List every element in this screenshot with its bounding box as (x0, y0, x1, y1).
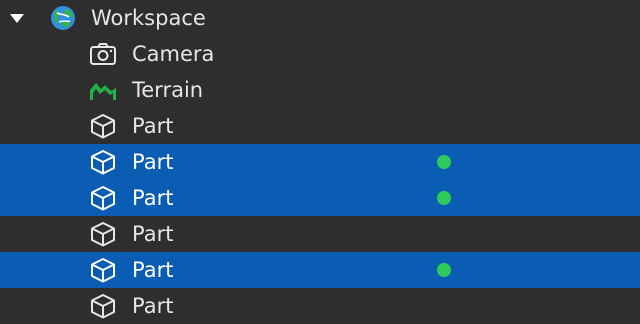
part-cube-icon (91, 294, 115, 319)
tree-row-part[interactable]: Part (0, 180, 640, 216)
tree-row-terrain[interactable]: Terrain (0, 72, 640, 108)
tree-row-label: Terrain (132, 78, 204, 102)
part-cube-icon (91, 258, 115, 283)
expand-arrow-icon[interactable] (9, 12, 25, 24)
explorer-tree: Workspace Camera Terrain Part Part Part … (0, 0, 640, 324)
workspace-globe-icon (51, 6, 75, 30)
tree-row-label: Part (132, 150, 174, 174)
status-dot (437, 155, 451, 169)
tree-row-part[interactable]: Part (0, 288, 640, 324)
tree-row-label: Part (132, 186, 174, 210)
camera-icon (90, 43, 116, 65)
tree-row-part[interactable]: Part (0, 144, 640, 180)
tree-row-part[interactable]: Part (0, 252, 640, 288)
tree-row-label: Part (132, 294, 174, 318)
terrain-icon (90, 83, 116, 100)
part-cube-icon (91, 114, 115, 139)
tree-row-label: Camera (132, 42, 215, 66)
tree-row-part[interactable]: Part (0, 108, 640, 144)
status-dot (437, 263, 451, 277)
status-dot (437, 191, 451, 205)
tree-row-camera[interactable]: Camera (0, 36, 640, 72)
part-cube-icon (91, 150, 115, 175)
tree-row-label: Workspace (91, 6, 206, 30)
tree-row-workspace[interactable]: Workspace (0, 0, 640, 36)
tree-row-label: Part (132, 222, 174, 246)
tree-row-part[interactable]: Part (0, 216, 640, 252)
part-cube-icon (91, 186, 115, 211)
tree-row-label: Part (132, 258, 174, 282)
part-cube-icon (91, 222, 115, 247)
tree-row-label: Part (132, 114, 174, 138)
